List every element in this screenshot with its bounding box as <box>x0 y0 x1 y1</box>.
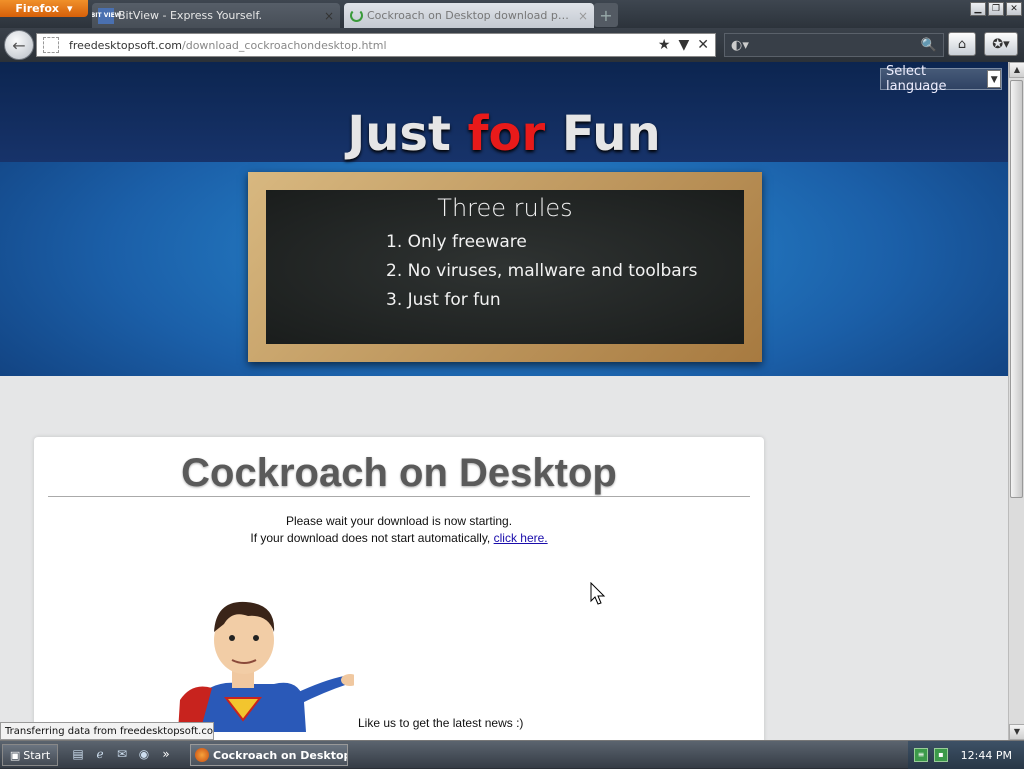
media-icon[interactable]: ◉ <box>136 746 152 762</box>
url-domain: freedesktopsoft.com <box>69 38 183 52</box>
close-tab-icon[interactable]: × <box>578 9 588 23</box>
tab-cockroach[interactable]: Cockroach on Desktop download page × <box>344 3 594 28</box>
window-controls: ▁ ❐ ✕ <box>970 2 1022 16</box>
scroll-thumb[interactable] <box>1010 80 1023 498</box>
divider <box>48 496 750 497</box>
show-desktop-icon[interactable]: ▤ <box>70 746 86 762</box>
superhero-mascot-image <box>178 601 354 732</box>
scroll-down-icon[interactable]: ▼ <box>1009 724 1024 740</box>
tab-title: BitView - Express Yourself. <box>118 9 263 22</box>
url-path: /download_cockroachondesktop.html <box>182 38 387 52</box>
loading-spinner-icon <box>350 9 363 22</box>
bookmarks-icon: ✪▾ <box>992 36 1010 52</box>
rules-title: Three rules <box>437 194 573 222</box>
download-panel: Cockroach on Desktop Please wait your do… <box>34 437 764 740</box>
close-window-button[interactable]: ✕ <box>1006 2 1022 16</box>
back-arrow-icon: ← <box>12 35 26 55</box>
status-bar: Transferring data from freedesktopsoft.c… <box>0 722 214 740</box>
rule-item: 1. Only freeware <box>386 232 527 252</box>
bitview-favicon-icon: BIT VIEW <box>92 7 121 24</box>
taskbar-item-label: Cockroach on Desktop... <box>213 748 347 762</box>
bookmark-star-icon[interactable]: ★ <box>658 37 671 53</box>
scroll-up-icon[interactable]: ▲ <box>1009 62 1024 78</box>
minimize-button[interactable]: ▁ <box>970 2 986 16</box>
outlook-express-icon[interactable]: ✉ <box>114 746 130 762</box>
url-bar[interactable]: freedesktopsoft.com/download_cockroachon… <box>36 33 716 57</box>
firefox-icon <box>195 748 209 762</box>
site-title-fun: Fun <box>545 106 661 162</box>
page-title: Cockroach on Desktop <box>181 451 617 495</box>
rule-item: 3. Just for fun <box>386 290 501 310</box>
tray-network-icon[interactable]: ▪ <box>934 748 948 762</box>
internet-explorer-icon[interactable]: ℯ <box>92 746 108 762</box>
chalkboard-surface: Three rules 1. Only freeware 2. No virus… <box>266 190 744 344</box>
start-label: Start <box>23 748 51 762</box>
close-tab-icon[interactable]: × <box>324 9 334 23</box>
mouse-cursor-icon <box>590 582 606 605</box>
search-engine-icon[interactable]: ◐▾ <box>731 38 749 53</box>
history-dropdown-icon[interactable]: ▼ <box>678 37 689 53</box>
download-fallback-text: If your download does not start automati… <box>34 531 764 545</box>
language-select[interactable]: Select language ▼ <box>880 64 1002 94</box>
home-icon: ⌂ <box>957 36 967 52</box>
chevron-down-icon: ▾ <box>67 2 73 15</box>
firefox-menu-label: Firefox <box>15 2 60 15</box>
start-button[interactable]: ▣ Start <box>2 744 58 766</box>
tab-title: Cockroach on Desktop download page <box>367 9 574 22</box>
fallback-message: If your download does not start automati… <box>250 531 491 545</box>
rule-item: 2. No viruses, mallware and toolbars <box>386 261 698 281</box>
page-viewport: Select language ▼ Just for Fun Three rule… <box>0 62 1008 740</box>
taskbar: ▣Start ▤ ℯ ✉ ◉ » Cockroach on Desktop...… <box>0 740 1024 769</box>
chevron-more-icon[interactable]: » <box>158 746 174 762</box>
url-icons: ★ ▼ ✕ <box>658 37 709 53</box>
tab-bitview[interactable]: BIT VIEW BitView - Express Yourself. × <box>92 3 340 28</box>
site-header: Select language ▼ Just for Fun Three rule… <box>0 62 1008 376</box>
back-button[interactable]: ← <box>4 30 34 60</box>
click-here-link[interactable]: click here. <box>494 531 548 545</box>
search-icon[interactable]: 🔍 <box>921 38 937 53</box>
home-button[interactable]: ⌂ <box>948 32 976 56</box>
chalkboard: Three rules 1. Only freeware 2. No virus… <box>248 172 762 362</box>
windows-logo-icon: ▣ <box>9 748 21 762</box>
navigation-toolbar: ← freedesktopsoft.com/download_cockroach… <box>0 28 1024 62</box>
search-box[interactable]: ◐▾ 🔍 <box>724 33 944 57</box>
tab-strip: Firefox ▾ BIT VIEW BitView - Express Your… <box>0 0 1024 28</box>
chevron-down-icon: ▼ <box>987 70 1001 88</box>
taskbar-item-firefox[interactable]: Cockroach on Desktop... <box>190 744 348 766</box>
new-tab-button[interactable]: + <box>594 3 618 27</box>
vertical-scrollbar[interactable]: ▲ ▼ <box>1008 62 1024 740</box>
firefox-menu-button[interactable]: Firefox ▾ <box>0 0 88 17</box>
site-title: Just for Fun <box>0 106 1008 162</box>
bookmarks-button[interactable]: ✪▾ <box>984 32 1018 56</box>
clock: 12:44 PM <box>960 748 1012 762</box>
language-select-label: Select language <box>886 64 947 94</box>
quick-launch: ▤ ℯ ✉ ◉ » <box>70 746 174 762</box>
site-title-for: for <box>467 106 546 162</box>
like-us-text: Like us to get the latest news :) <box>358 716 524 730</box>
system-tray: ≡ ▪ 12:44 PM <box>908 741 1024 769</box>
site-title-just: Just <box>347 106 468 162</box>
stop-icon[interactable]: ✕ <box>697 37 709 53</box>
tray-app-icon[interactable]: ≡ <box>914 748 928 762</box>
download-wait-text: Please wait your download is now startin… <box>285 514 513 528</box>
site-identity-icon[interactable] <box>43 37 59 53</box>
restore-button[interactable]: ❐ <box>988 2 1004 16</box>
